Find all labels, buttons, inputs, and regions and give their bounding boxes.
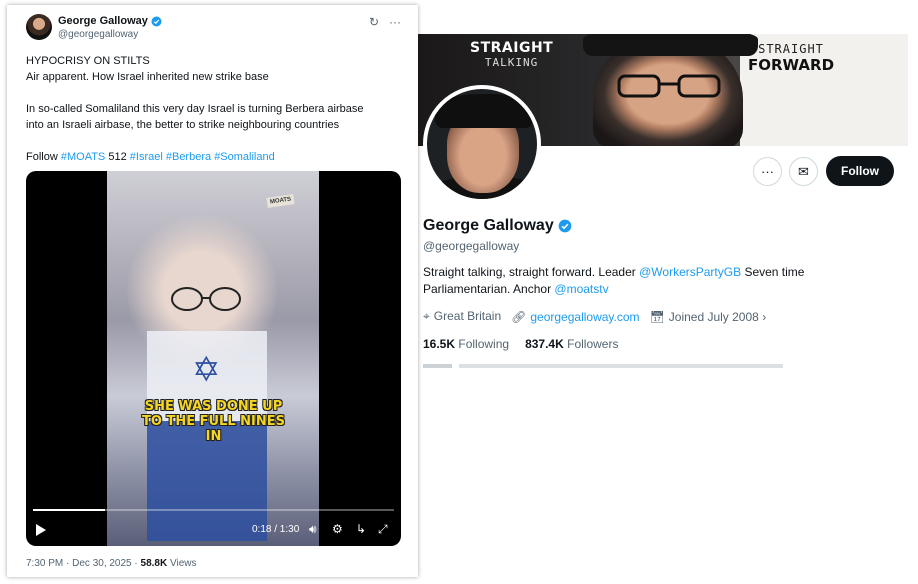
- profile-website[interactable]: georgegalloway.com: [530, 310, 639, 324]
- video-time: 0:18 / 1:30: [252, 524, 300, 535]
- moats-number: 512: [108, 151, 127, 163]
- author-name-row[interactable]: George Galloway: [58, 15, 162, 27]
- more-icon: ···: [761, 164, 774, 179]
- bio-text: Straight talking, straight forward. Lead…: [423, 265, 640, 279]
- video-progress-bar[interactable]: [33, 509, 394, 511]
- tweet-line: into an Israeli airbase, the better to s…: [26, 119, 340, 131]
- popout-icon[interactable]: ↳: [356, 523, 366, 535]
- link-icon: 🔗︎: [511, 309, 527, 324]
- fullscreen-icon[interactable]: ⤢: [378, 523, 388, 535]
- profile-handle: @georgegalloway: [423, 239, 520, 253]
- verified-badge-icon: [151, 16, 162, 26]
- caption-line: SHE WAS DONE UP: [144, 399, 283, 414]
- volume-icon[interactable]: 🔊︎: [309, 523, 317, 535]
- more-options-button[interactable]: ···: [753, 157, 782, 186]
- glasses-graphic: [171, 287, 241, 311]
- bio-text: Parliamentarian. Anchor: [423, 282, 555, 296]
- bio-link-workersparty[interactable]: @WorkersPartyGB: [639, 265, 741, 279]
- views-count: 58.8K: [140, 558, 168, 569]
- settings-icon[interactable]: ⚙: [332, 523, 343, 535]
- follow-button[interactable]: Follow: [826, 156, 894, 186]
- tweet-text: HYPOCRISY ON STILTS Air apparent. How Is…: [26, 53, 401, 165]
- calendar-icon: 📅︎: [649, 309, 665, 324]
- author-name[interactable]: George Galloway: [58, 15, 148, 27]
- profile-avatar[interactable]: [423, 85, 541, 203]
- following-stat[interactable]: 16.5K Following: [423, 337, 509, 351]
- profile-stats: 16.5K Following 837.4K Followers: [423, 337, 618, 351]
- caption-line: TO THE FULL NINES: [142, 414, 285, 429]
- more-icon[interactable]: ···: [389, 15, 401, 29]
- grok-icon[interactable]: ↻: [369, 15, 379, 29]
- following-label: Following: [458, 337, 510, 351]
- tweet-line: In so-called Somaliland this very day Is…: [26, 103, 364, 115]
- moats-sign: MOATS: [266, 194, 295, 208]
- author-handle[interactable]: @georgegalloway: [58, 29, 138, 40]
- location-pin-icon: ⌖: [423, 309, 430, 323]
- video-frame: ✡ MOATS: [107, 171, 319, 546]
- banner-right-text: STRAIGHT FORWARD: [748, 42, 834, 74]
- tweet-hashtags-line: Follow #MOATS 512 #Israel #Berbera #Soma…: [26, 149, 401, 165]
- tweet-card: George Galloway @georgegalloway ↻ ··· HY…: [7, 5, 418, 577]
- followers-stat[interactable]: 837.4K Followers: [525, 337, 618, 351]
- hashtag-somaliland[interactable]: #Somaliland: [214, 151, 275, 163]
- tweet-line: Air apparent. How Israel inherited new s…: [26, 71, 269, 83]
- banner-left-text: STRAIGHT TALKING: [470, 40, 553, 69]
- profile-bio: Straight talking, straight forward. Lead…: [423, 264, 893, 298]
- profile-name: George Galloway: [423, 217, 554, 234]
- tweet-line: HYPOCRISY ON STILTS: [26, 55, 150, 67]
- views-label: Views: [167, 558, 197, 569]
- followers-label: Followers: [567, 337, 619, 351]
- tweet-meta: 7:30 PM · Dec 30, 2025 · 58.8K Views: [26, 558, 196, 569]
- profile-location: Great Britain: [433, 309, 502, 323]
- play-icon[interactable]: [36, 524, 46, 536]
- video-caption: SHE WAS DONE UP TO THE FULL NINES IN: [26, 399, 401, 444]
- profile-joined: Joined July 2008: [668, 309, 759, 324]
- author-avatar[interactable]: [26, 14, 52, 40]
- hashtag-israel[interactable]: #Israel: [130, 151, 163, 163]
- chevron-right-icon[interactable]: ›: [762, 310, 766, 324]
- caption-line: IN: [205, 429, 222, 444]
- video-player[interactable]: ✡ MOATS SHE WAS DONE UP TO THE FULL NINE…: [26, 171, 401, 546]
- profile-info-row: ⌖ Great Britain 🔗︎ georgegalloway.com 📅︎ Jo…: [423, 309, 766, 324]
- profile-name-row: George Galloway: [423, 217, 572, 235]
- message-button[interactable]: ✉: [789, 157, 818, 186]
- envelope-icon: ✉: [798, 163, 809, 179]
- banner-glasses-graphic: [617, 74, 721, 98]
- banner-right-line1: STRAIGHT: [758, 42, 824, 56]
- banner-right-line2: FORWARD: [748, 56, 835, 74]
- banner-left-line1: STRAIGHT: [470, 40, 554, 56]
- banner-left-line2: TALKING: [484, 56, 539, 69]
- hashtag-berbera[interactable]: #Berbera: [166, 151, 211, 163]
- video-progress-fill: [33, 509, 106, 511]
- verified-badge-icon[interactable]: [558, 219, 572, 233]
- bio-text: Seven time: [741, 265, 805, 279]
- follow-prefix: Follow: [26, 151, 58, 163]
- tweet-timestamp[interactable]: 7:30 PM · Dec 30, 2025 ·: [26, 558, 141, 569]
- cut-off-row: [423, 364, 783, 368]
- star-of-david-icon: ✡: [192, 351, 221, 389]
- bio-link-moatstv[interactable]: @moatstv: [554, 282, 608, 296]
- hashtag-moats[interactable]: #MOATS: [61, 151, 105, 163]
- followers-count: 837.4K: [525, 337, 564, 351]
- following-count: 16.5K: [423, 337, 456, 351]
